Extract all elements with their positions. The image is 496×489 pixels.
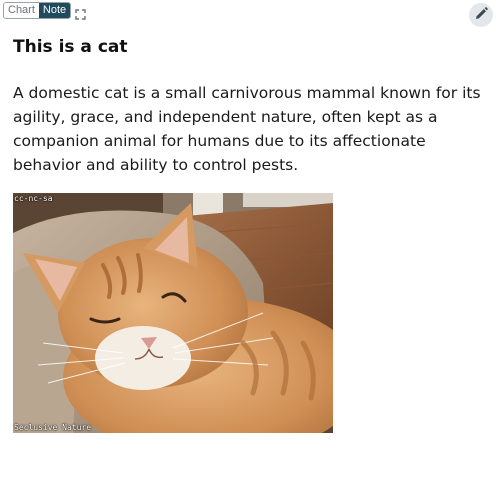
note-body: A domestic cat is a small carnivorous ma… bbox=[13, 84, 481, 174]
chart-tab[interactable]: Chart bbox=[4, 3, 39, 18]
edit-button[interactable] bbox=[469, 3, 493, 27]
note-title: This is a cat bbox=[13, 37, 128, 57]
cat-photo: cc-nc-sa Seclusive Nature bbox=[13, 193, 333, 433]
license-label: cc-nc-sa bbox=[14, 194, 53, 203]
view-toolbar: Chart Note bbox=[3, 2, 86, 20]
note-tab[interactable]: Note bbox=[38, 3, 71, 18]
photo-credit: Seclusive Nature bbox=[14, 423, 92, 432]
expand-icon[interactable] bbox=[75, 5, 86, 20]
view-toggle: Chart Note bbox=[3, 2, 72, 19]
pencil-icon bbox=[474, 6, 488, 25]
cat-illustration bbox=[13, 193, 333, 433]
